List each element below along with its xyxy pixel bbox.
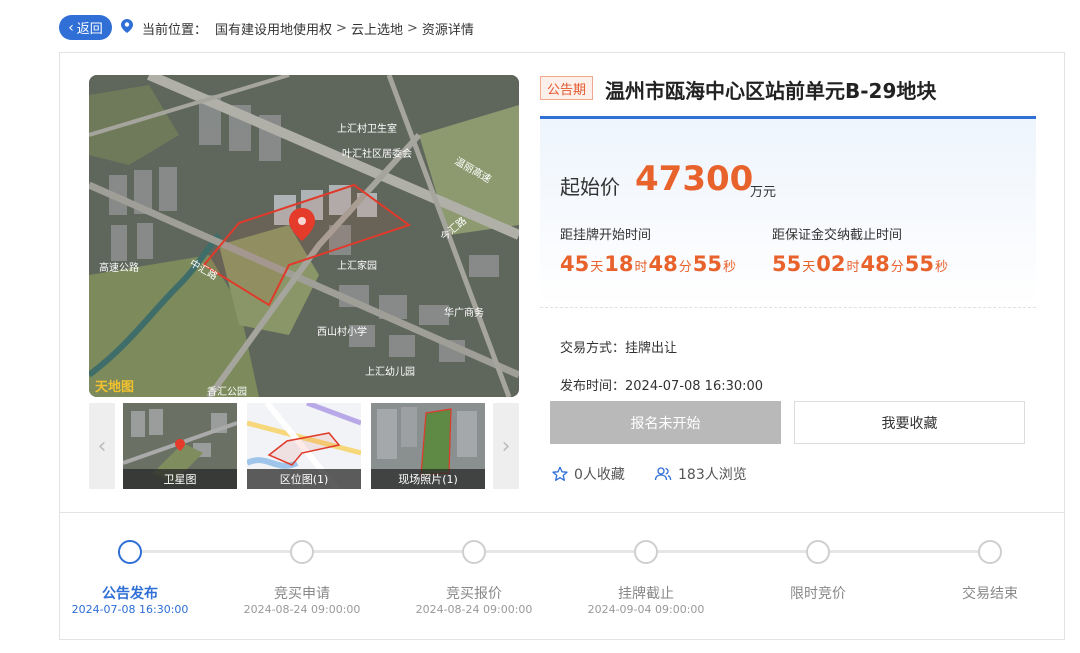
thumbnail-prev-button[interactable]: ‹ xyxy=(89,403,115,489)
publish-time: 发布时间：2024-07-08 16:30:00 xyxy=(560,379,764,394)
timeline-step-node xyxy=(806,540,830,564)
map-label: 西山村小学 xyxy=(317,325,367,338)
timeline-step-name: 公告发布 xyxy=(102,586,158,602)
countdown-listing-label: 距挂牌开始时间 xyxy=(560,228,652,243)
timeline-step-node xyxy=(118,540,142,564)
countdown-days: 45 xyxy=(560,252,590,276)
timeline-step-date: 2024-07-08 16:30:00 xyxy=(71,603,189,616)
price-label: 起始价 xyxy=(560,175,620,199)
satellite-map-image: 上汇村卫生室 叶汇社区居委会 温丽高速 中汇路 上汇家园 高速公路 华广商务 今… xyxy=(89,75,519,397)
timeline-step-node xyxy=(462,540,486,564)
unit-minute: 分 xyxy=(890,260,904,275)
star-icon xyxy=(552,466,568,481)
countdown-hours: 18 xyxy=(604,252,634,276)
thumbnail-caption: 区位图(1) xyxy=(247,469,361,489)
thumbnail-site-photo[interactable]: 现场照片(1) xyxy=(371,403,485,489)
breadcrumb-separator-icon: > xyxy=(406,21,418,36)
timeline-step-date: 2024-08-24 09:00:00 xyxy=(243,603,361,616)
countdown-deposit: 55 天 02 时 48 分 55 秒 xyxy=(772,252,949,276)
breadcrumb-label: 当前位置： xyxy=(142,23,208,38)
thumbnail-next-button[interactable]: › xyxy=(493,403,519,489)
timeline-step-node xyxy=(634,540,658,564)
thumbnail-location[interactable]: 区位图(1) xyxy=(247,403,361,489)
unit-second: 秒 xyxy=(722,260,736,275)
breadcrumb: 当前位置： 国有建设用地使用权 > 云上选地 > 资源详情 xyxy=(142,19,474,38)
thumbnail-caption: 现场照片(1) xyxy=(371,469,485,489)
views-count-text: 183人浏览 xyxy=(678,467,747,483)
divider xyxy=(540,307,1036,308)
timeline-step-name: 交易结束 xyxy=(962,586,1018,602)
price-panel: 起始价 47300 万元 距挂牌开始时间 45 天 18 时 48 分 55 秒 距保证… xyxy=(540,116,1036,308)
map-label: 上汇幼儿园 xyxy=(365,365,415,378)
timeline-step-node xyxy=(978,540,1002,564)
breadcrumb-item-cloud-select[interactable]: 云上选地 xyxy=(351,19,403,38)
top-nav: ‹ 返回 当前位置： 国有建设用地使用权 > 云上选地 > 资源详情 xyxy=(0,0,1080,52)
countdown-days: 55 xyxy=(772,252,802,276)
breadcrumb-separator-icon: > xyxy=(336,21,347,36)
map-label: 上汇村卫生室 xyxy=(337,122,397,135)
countdown-seconds: 55 xyxy=(904,252,934,276)
trade-mode: 交易方式：挂牌出让 xyxy=(560,341,678,356)
countdown-listing: 45 天 18 时 48 分 55 秒 xyxy=(560,252,737,276)
favorites-count: 0人收藏 xyxy=(552,464,625,484)
signup-button[interactable]: 报名未开始 xyxy=(550,401,781,444)
page-title: 温州市瓯海中心区站前单元B-29地块 xyxy=(605,79,937,103)
price-value: 47300 xyxy=(635,159,754,199)
location-pin-icon xyxy=(121,19,133,33)
map-label: 叶汇社区居委会 xyxy=(342,147,412,160)
status-badge: 公告期 xyxy=(540,76,594,100)
timeline-track xyxy=(130,550,990,553)
map-label: 高速公路 xyxy=(99,261,139,274)
chevron-right-icon: › xyxy=(501,433,511,459)
thumbnail-strip: ‹ 卫星图 区位图(1) 现场照片(1) › xyxy=(89,403,519,489)
unit-minute: 分 xyxy=(678,260,692,275)
thumbnail-satellite[interactable]: 卫星图 xyxy=(123,403,237,489)
back-button[interactable]: ‹ 返回 xyxy=(59,15,112,40)
views-count: 183人浏览 xyxy=(654,464,747,484)
countdown-seconds: 55 xyxy=(692,252,722,276)
back-label: 返回 xyxy=(76,22,103,37)
unit-day: 天 xyxy=(802,260,816,275)
map-watermark: 天地图 xyxy=(95,379,134,395)
favorites-count-text: 0人收藏 xyxy=(574,467,625,483)
land-detail-card: 上汇村卫生室 叶汇社区居委会 温丽高速 中汇路 上汇家园 高速公路 华广商务 今… xyxy=(59,52,1065,512)
timeline-step-name: 限时竞价 xyxy=(790,586,846,602)
users-icon xyxy=(654,467,672,481)
price-unit: 万元 xyxy=(750,185,777,200)
chevron-left-icon: ‹ xyxy=(97,433,107,459)
unit-hour: 时 xyxy=(634,260,648,275)
countdown-deposit-label: 距保证金交纳截止时间 xyxy=(772,228,903,243)
countdown-minutes: 48 xyxy=(648,252,678,276)
timeline-step-date: 2024-08-24 09:00:00 xyxy=(415,603,533,616)
progress-timeline: 公告发布 2024-07-08 16:30:00 竞买申请 2024-08-24 09… xyxy=(59,512,1065,640)
thumbnail-caption: 卫星图 xyxy=(123,469,237,489)
unit-day: 天 xyxy=(590,260,604,275)
timeline-step-node xyxy=(290,540,314,564)
add-favorite-button[interactable]: 我要收藏 xyxy=(794,401,1025,444)
map-label: 香汇公园 xyxy=(207,385,247,397)
timeline-step-name: 竞买申请 xyxy=(274,586,330,602)
chevron-left-icon: ‹ xyxy=(68,19,74,36)
map-label: 上汇家园 xyxy=(337,259,377,272)
unit-second: 秒 xyxy=(934,260,948,275)
timeline-step-date: 2024-09-04 09:00:00 xyxy=(587,603,705,616)
unit-hour: 时 xyxy=(846,260,860,275)
breadcrumb-item-land-rights[interactable]: 国有建设用地使用权 xyxy=(215,19,332,38)
breadcrumb-item-resource-detail: 资源详情 xyxy=(421,23,474,38)
timeline-step-name: 竞买报价 xyxy=(446,586,502,602)
countdown-minutes: 48 xyxy=(860,252,890,276)
satellite-map[interactable]: 上汇村卫生室 叶汇社区居委会 温丽高速 中汇路 上汇家园 高速公路 华广商务 今… xyxy=(89,75,519,397)
countdown-hours: 02 xyxy=(816,252,846,276)
map-label: 华广商务 xyxy=(444,306,484,319)
timeline-step-name: 挂牌截止 xyxy=(618,586,674,602)
